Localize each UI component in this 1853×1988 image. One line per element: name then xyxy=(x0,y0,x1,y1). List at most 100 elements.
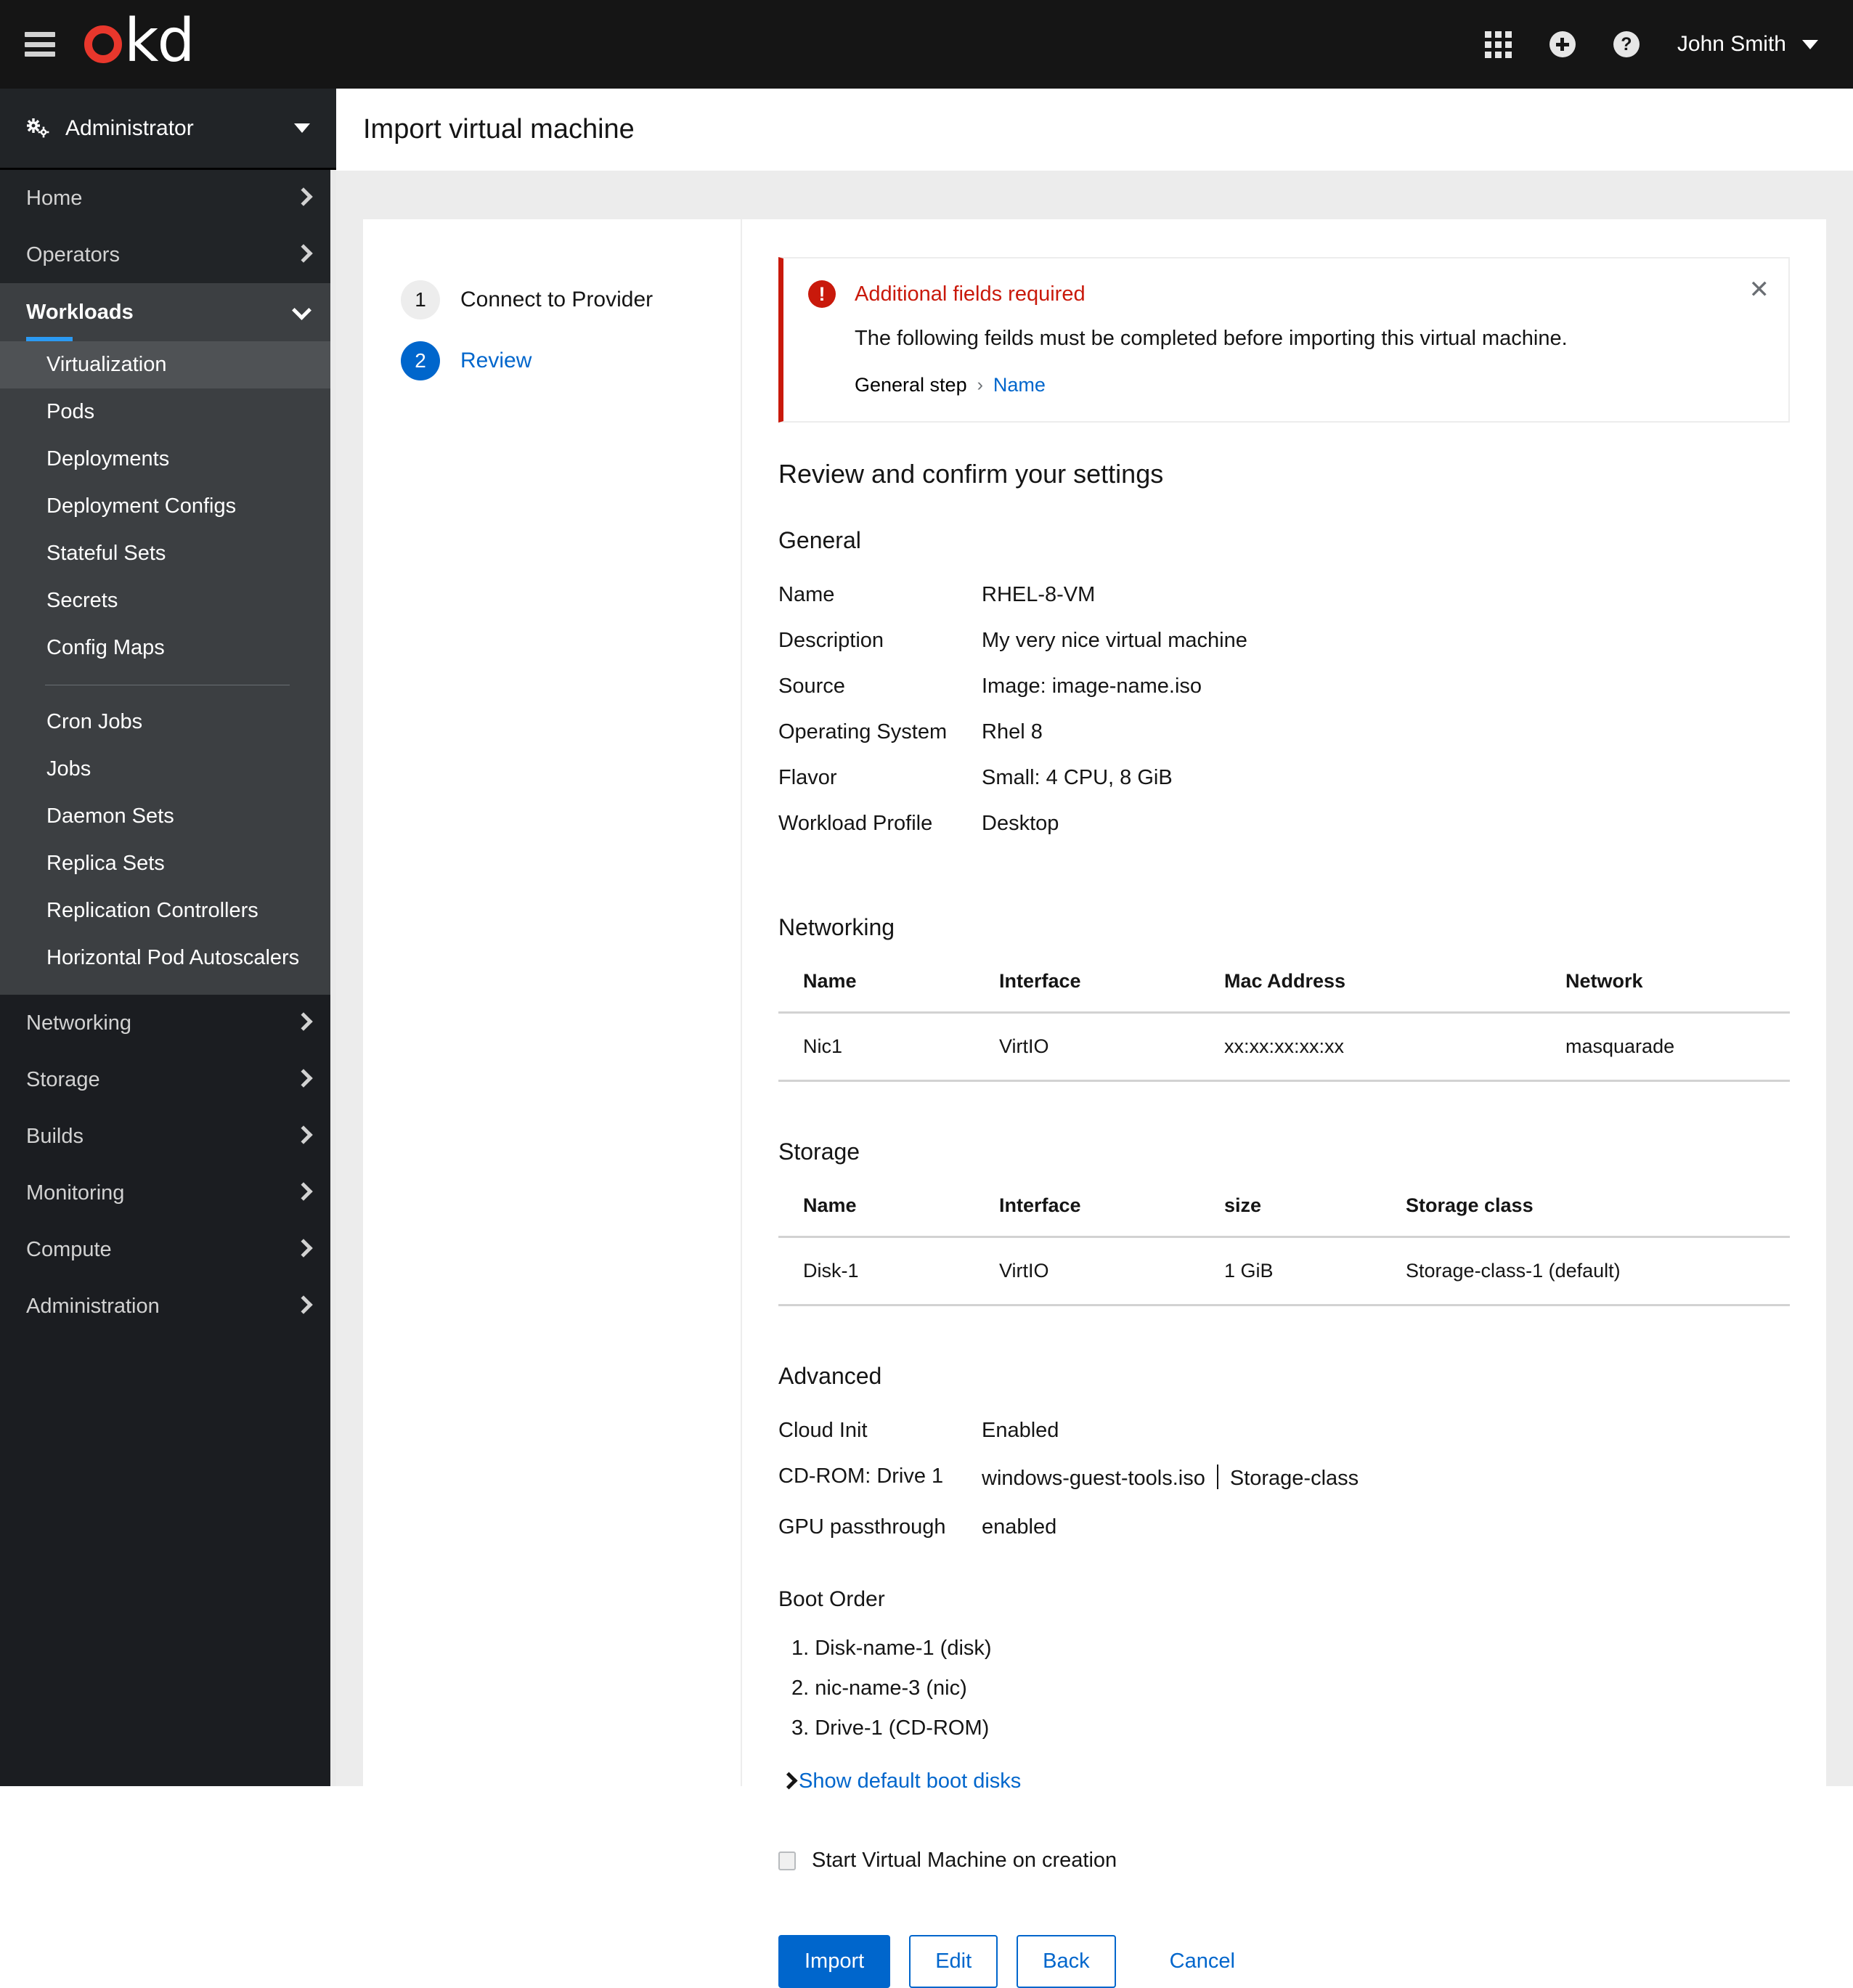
cell-name: Nic1 xyxy=(778,1012,974,1082)
sidebar-item-builds[interactable]: Builds xyxy=(0,1108,336,1165)
review-heading: Review and confirm your settings xyxy=(778,459,1164,489)
column-header-size: size xyxy=(1200,1194,1381,1238)
close-icon[interactable]: ✕ xyxy=(1749,277,1770,302)
sidebar-item-jobs[interactable]: Jobs xyxy=(0,746,336,793)
detail-key: Description xyxy=(778,629,884,652)
nav-group-top: Home Operators xyxy=(0,170,336,283)
column-header-network: Network xyxy=(1541,970,1790,1014)
sidebar-item-label: Networking xyxy=(26,1011,132,1035)
perspective-switcher[interactable]: Administrator xyxy=(0,89,336,170)
alert-body-text: The following feilds must be completed b… xyxy=(855,327,1568,350)
wizard-card: 1 Connect to Provider 2 Review ! Additio… xyxy=(363,219,1826,1988)
nav-group-bottom: Networking Storage Builds Monitoring Com… xyxy=(0,995,336,1335)
page-title: Import virtual machine xyxy=(363,114,635,144)
column-header-interface: Interface xyxy=(974,970,1200,1014)
sidebar-item-label: Config Maps xyxy=(46,636,165,659)
sidebar: Administrator Home Operators Workloads V… xyxy=(0,89,336,1786)
detail-value: enabled xyxy=(982,1515,1057,1539)
sidebar-item-deployments[interactable]: Deployments xyxy=(0,436,336,483)
back-button[interactable]: Back xyxy=(1017,1935,1116,1988)
advanced-details-list: Cloud Init Enabled CD-ROM: Drive 1 windo… xyxy=(778,1419,1790,1539)
step-number: 1 xyxy=(401,280,440,319)
start-vm-checkbox[interactable] xyxy=(778,1851,796,1870)
sidebar-item-label: Jobs xyxy=(46,757,91,781)
sidebar-item-daemon-sets[interactable]: Daemon Sets xyxy=(0,793,336,840)
detail-key: Flavor xyxy=(778,766,837,789)
edit-button[interactable]: Edit xyxy=(909,1935,998,1988)
sidebar-item-stateful-sets[interactable]: Stateful Sets xyxy=(0,530,336,577)
wizard-footer-buttons: Import Edit Back Cancel xyxy=(778,1935,1790,1988)
alert-header: ! Additional fields required xyxy=(808,280,1764,308)
detail-value: Small: 4 CPU, 8 GiB xyxy=(982,766,1173,789)
gear-icon xyxy=(27,118,49,137)
sidebar-item-home[interactable]: Home xyxy=(0,170,336,227)
hamburger-bar xyxy=(25,32,55,37)
sidebar-item-storage[interactable]: Storage xyxy=(0,1051,336,1108)
import-button[interactable]: Import xyxy=(778,1935,891,1988)
sidebar-item-label: Compute xyxy=(26,1237,112,1261)
show-default-boot-disks-toggle[interactable]: Show default boot disks xyxy=(778,1769,1790,1793)
sidebar-item-operators[interactable]: Operators xyxy=(0,227,336,283)
wizard-body: ! Additional fields required The followi… xyxy=(742,219,1826,1988)
sidebar-item-label: Storage xyxy=(26,1067,100,1091)
detail-key: CD-ROM: Drive 1 xyxy=(778,1464,944,1488)
breadcrumb-step-label: General step xyxy=(855,374,967,396)
sidebar-item-monitoring[interactable]: Monitoring xyxy=(0,1165,336,1221)
perspective-label: Administrator xyxy=(65,115,194,140)
sidebar-scrollbar[interactable] xyxy=(330,170,336,1786)
apps-grid-icon[interactable] xyxy=(1484,30,1512,58)
boot-order-list: 1. Disk-name-1 (disk) 2. nic-name-3 (nic… xyxy=(778,1637,1790,1740)
page-header: Import virtual machine xyxy=(336,89,1853,171)
list-item: 2. nic-name-3 (nic) xyxy=(791,1677,967,1700)
section-heading-storage: Storage xyxy=(778,1138,860,1165)
detail-row-cdrom-drive-1: CD-ROM: Drive 1 windows-guest-tools.iso S… xyxy=(778,1464,1790,1491)
logo-text: kd xyxy=(124,7,195,76)
sidebar-item-config-maps[interactable]: Config Maps xyxy=(0,624,336,672)
cancel-button[interactable]: Cancel xyxy=(1145,1936,1260,1987)
detail-row-description: Description My very nice virtual machine xyxy=(778,629,1790,653)
sidebar-item-deployment-configs[interactable]: Deployment Configs xyxy=(0,483,336,530)
sidebar-item-label: Replica Sets xyxy=(46,852,165,875)
sidebar-item-compute[interactable]: Compute xyxy=(0,1221,336,1278)
masthead-actions: ? John Smith xyxy=(1484,30,1818,58)
hamburger-bar xyxy=(25,52,55,57)
section-heading-networking: Networking xyxy=(778,914,895,940)
sidebar-item-label: Administration xyxy=(26,1294,160,1318)
table-row: Disk-1 VirtIO 1 GiB Storage-class-1 (def… xyxy=(778,1237,1790,1306)
wizard-step-review[interactable]: 2 Review xyxy=(363,341,741,380)
sidebar-item-administration[interactable]: Administration xyxy=(0,1278,336,1335)
hamburger-menu-icon[interactable] xyxy=(25,32,55,57)
plus-circle-icon[interactable] xyxy=(1549,31,1576,57)
show-default-boot-disks-label: Show default boot disks xyxy=(799,1769,1022,1793)
sidebar-item-virtualization[interactable]: Virtualization xyxy=(0,341,336,388)
sidebar-item-replication-controllers[interactable]: Replication Controllers xyxy=(0,887,336,934)
list-item: 3. Drive-1 (CD-ROM) xyxy=(791,1716,990,1740)
okd-logo[interactable]: kd xyxy=(84,7,195,76)
detail-value: RHEL-8-VM xyxy=(982,583,1096,606)
help-icon[interactable]: ? xyxy=(1613,31,1640,57)
step-label: Review xyxy=(460,349,532,372)
sidebar-item-label: Pods xyxy=(46,400,95,423)
breadcrumb-link-name[interactable]: Name xyxy=(993,374,1046,396)
start-vm-on-creation-row: Start Virtual Machine on creation xyxy=(778,1849,1790,1873)
column-header-name: Name xyxy=(778,1194,974,1238)
chevron-down-icon xyxy=(294,123,310,133)
cell-network: masquarade xyxy=(1541,1012,1790,1082)
sidebar-item-pods[interactable]: Pods xyxy=(0,388,336,436)
sidebar-item-workloads[interactable]: Workloads xyxy=(0,283,336,341)
wizard-step-connect-to-provider[interactable]: 1 Connect to Provider xyxy=(363,280,741,319)
detail-value: Enabled xyxy=(982,1419,1059,1442)
cdrom-iso-name: windows-guest-tools.iso xyxy=(982,1467,1205,1490)
sidebar-item-horizontal-pod-autoscalers[interactable]: Horizontal Pod Autoscalers xyxy=(0,934,336,982)
user-menu[interactable]: John Smith xyxy=(1677,32,1818,57)
section-heading-general: General xyxy=(778,527,861,553)
detail-row-gpu-passthrough: GPU passthrough enabled xyxy=(778,1515,1790,1539)
sidebar-item-replica-sets[interactable]: Replica Sets xyxy=(0,840,336,887)
sidebar-item-networking[interactable]: Networking xyxy=(0,995,336,1051)
sidebar-item-secrets[interactable]: Secrets xyxy=(0,577,336,624)
table-header-row: Name Interface size Storage class xyxy=(778,1194,1790,1238)
sidebar-item-cron-jobs[interactable]: Cron Jobs xyxy=(0,698,336,746)
detail-key: Source xyxy=(778,675,845,698)
cell-storage-class: Storage-class-1 (default) xyxy=(1381,1237,1790,1306)
cell-interface: VirtIO xyxy=(974,1012,1200,1082)
